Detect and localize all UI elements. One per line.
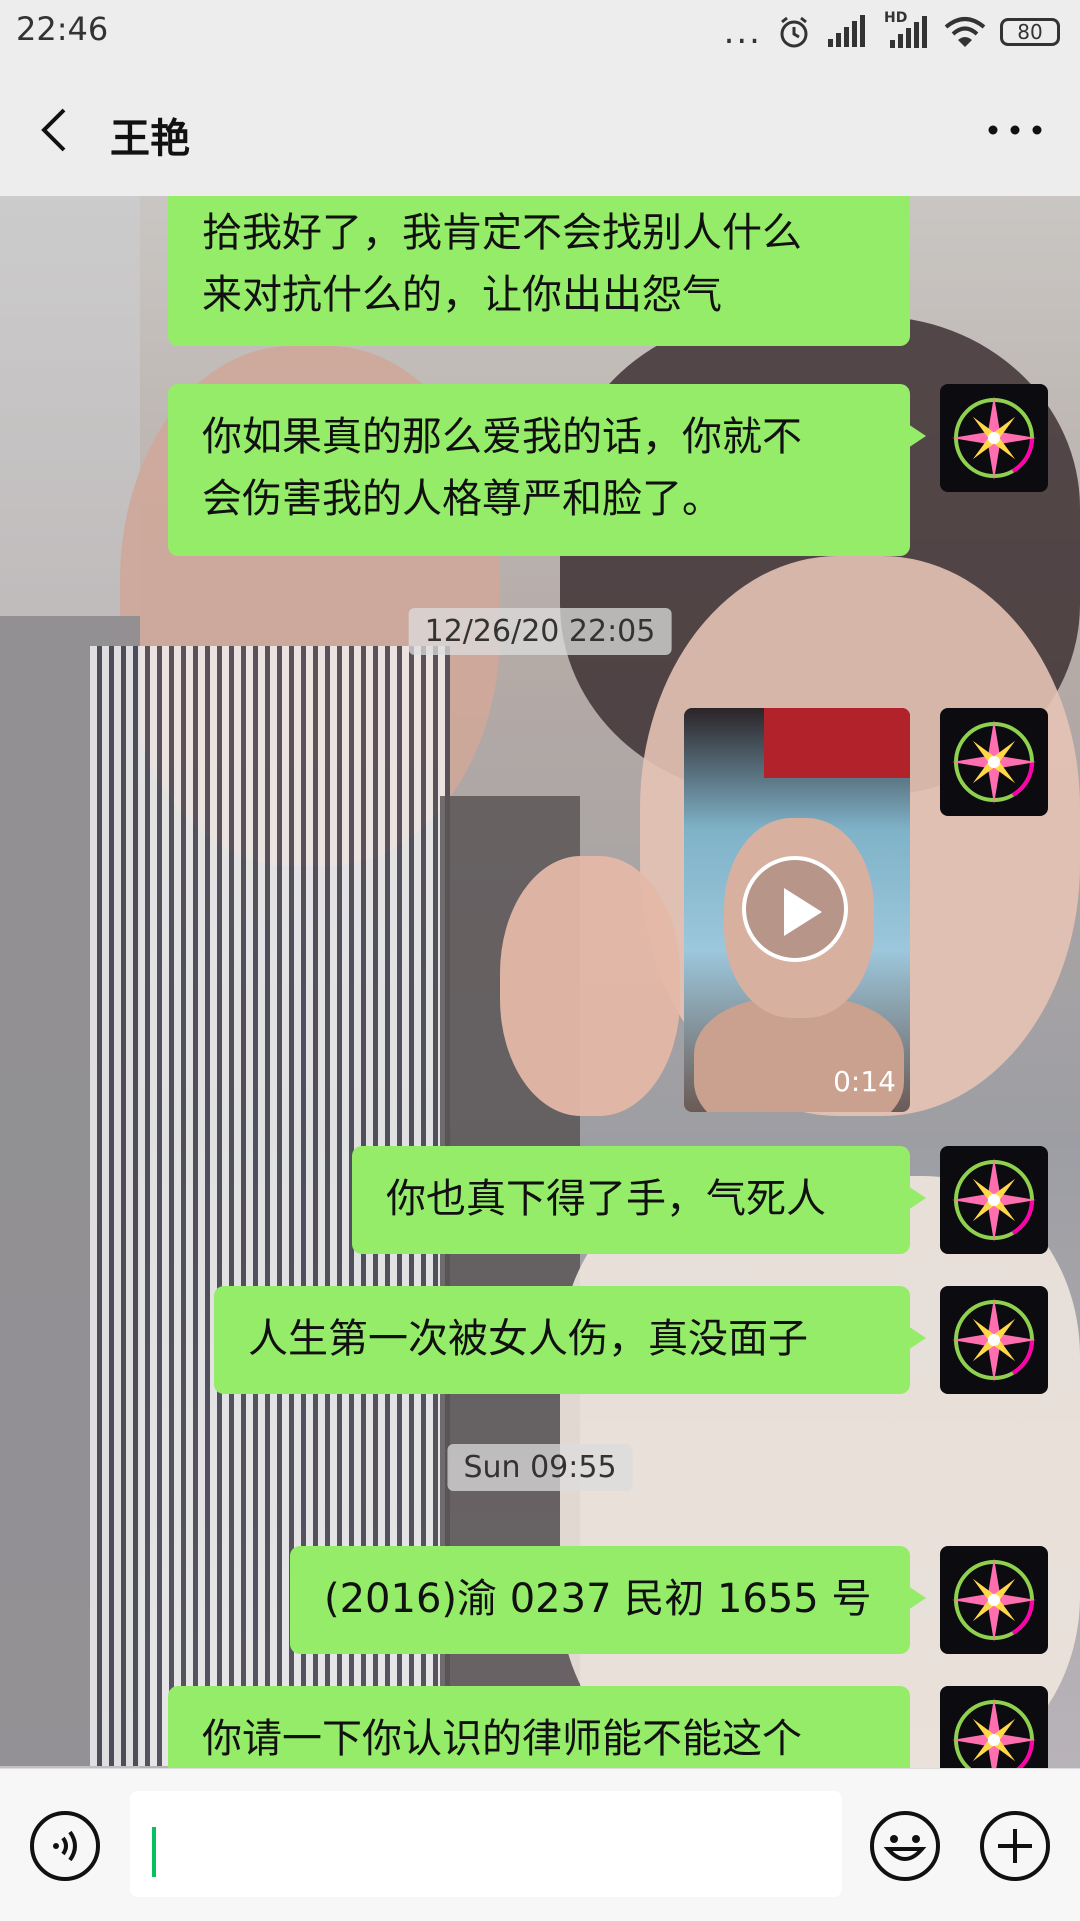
- signal-icon: [828, 15, 865, 47]
- message-bubble[interactable]: 你请一下你认识的律师能不能这个: [168, 1686, 910, 1768]
- message-line: 会伤害我的人格尊严和脸了。: [202, 476, 722, 522]
- compass-star-icon: [952, 1298, 1036, 1382]
- play-icon[interactable]: [742, 856, 848, 962]
- hd-signal-icon: HD: [884, 10, 930, 50]
- chat-message-area[interactable]: 拾我好了，我肯定不会找别人什么 来对抗什么的，让你出出怨气 你如果真的那么爱我的…: [0, 196, 1080, 1768]
- message-bubble[interactable]: 你也真下得了手，气死人: [352, 1146, 926, 1254]
- contact-name: 王艳: [110, 116, 190, 162]
- message-bubble[interactable]: (2016)渝 0237 民初 1655 号: [290, 1546, 926, 1654]
- message-text: 你也真下得了手，气死人: [386, 1176, 826, 1222]
- compass-star-icon: [952, 396, 1036, 480]
- wifi-icon: [944, 17, 986, 47]
- message-text: (2016)渝 0237 民初 1655 号: [324, 1576, 872, 1622]
- avatar[interactable]: [940, 1286, 1048, 1394]
- message-line: 拾我好了，我肯定不会找别人什么: [202, 210, 802, 256]
- plus-circle-icon[interactable]: [978, 1809, 1052, 1883]
- input-bar: [0, 1768, 1080, 1921]
- wallpaper-shape: [560, 1176, 1080, 1768]
- compass-star-icon: [952, 1698, 1036, 1768]
- message-text: 人生第一次被女人伤，真没面子: [248, 1316, 808, 1362]
- battery-level: 80: [1017, 20, 1043, 44]
- battery-indicator: 80: [1000, 18, 1060, 46]
- chat-header: 王艳: [0, 64, 1080, 196]
- timestamp: Sun 09:55: [447, 1444, 633, 1491]
- video-thumbnail-shape: [764, 708, 910, 778]
- avatar[interactable]: [940, 1546, 1048, 1654]
- message-bubble[interactable]: 你如果真的那么爱我的话，你就不 会伤害我的人格尊严和脸了。: [168, 384, 926, 556]
- message-bubble[interactable]: 拾我好了，我肯定不会找别人什么 来对抗什么的，让你出出怨气: [168, 196, 910, 346]
- message-bubble[interactable]: 人生第一次被女人伤，真没面子: [214, 1286, 926, 1394]
- avatar[interactable]: [940, 384, 1048, 492]
- emoji-icon[interactable]: [868, 1809, 942, 1883]
- timestamp: 12/26/20 22:05: [408, 608, 672, 655]
- message-input[interactable]: [130, 1791, 842, 1897]
- video-duration: 0:14: [833, 1065, 896, 1098]
- wallpaper-shape: [500, 856, 680, 1116]
- alarm-icon: [780, 16, 808, 48]
- status-time: 22:46: [16, 10, 109, 48]
- message-line: 你如果真的那么爱我的话，你就不: [202, 414, 802, 460]
- message-line: 来对抗什么的，让你出出怨气: [202, 272, 722, 318]
- compass-star-icon: [952, 720, 1036, 804]
- status-icons: ... HD 80: [723, 10, 1060, 52]
- video-message[interactable]: 0:14: [684, 708, 910, 1112]
- compass-star-icon: [952, 1558, 1036, 1642]
- avatar[interactable]: [940, 708, 1048, 816]
- text-caret: [152, 1827, 156, 1877]
- more-horizontal-icon[interactable]: [980, 110, 1050, 150]
- voice-input-icon[interactable]: [28, 1809, 102, 1883]
- chevron-left-icon[interactable]: [30, 102, 86, 158]
- message-text: 你请一下你认识的律师能不能这个: [202, 1716, 802, 1762]
- notification-more-icon: ...: [723, 12, 762, 52]
- status-bar: 22:46 ... HD 80: [0, 0, 1080, 64]
- compass-star-icon: [952, 1158, 1036, 1242]
- avatar[interactable]: [940, 1686, 1048, 1768]
- avatar[interactable]: [940, 1146, 1048, 1254]
